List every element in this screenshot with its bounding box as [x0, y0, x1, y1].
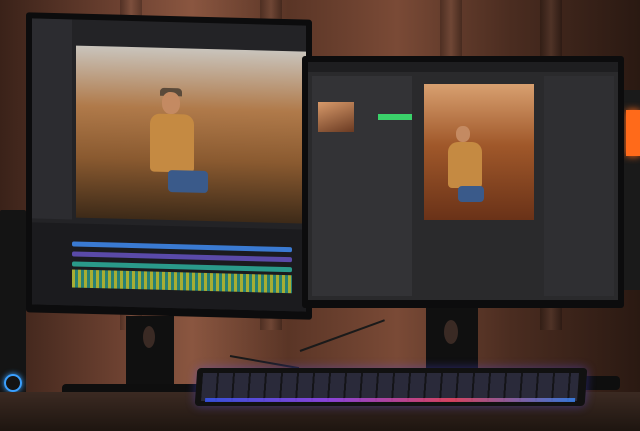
keyboard-glow: [204, 398, 576, 402]
tower-led-icon: [626, 110, 640, 156]
progress-indicator: [378, 114, 412, 120]
person-figure: [448, 126, 484, 214]
video-editor-screen: [32, 18, 306, 312]
cable: [299, 319, 385, 352]
speaker-led-icon: [4, 374, 22, 392]
layers-panel: [544, 76, 614, 296]
image-thumbnail: [318, 102, 354, 132]
rgb-keyboard: [194, 368, 588, 406]
keycaps: [201, 373, 579, 401]
photo-editor-screen: [308, 62, 618, 300]
stand-cutout: [444, 320, 458, 344]
left-monitor: [26, 12, 312, 320]
stand-cutout: [143, 326, 155, 348]
photo-scene: [0, 0, 640, 431]
video-preview: [76, 45, 306, 224]
right-monitor: [302, 56, 624, 308]
person-figure: [150, 87, 208, 213]
menu-bar: [308, 62, 618, 72]
editor-sidebar: [32, 18, 72, 220]
